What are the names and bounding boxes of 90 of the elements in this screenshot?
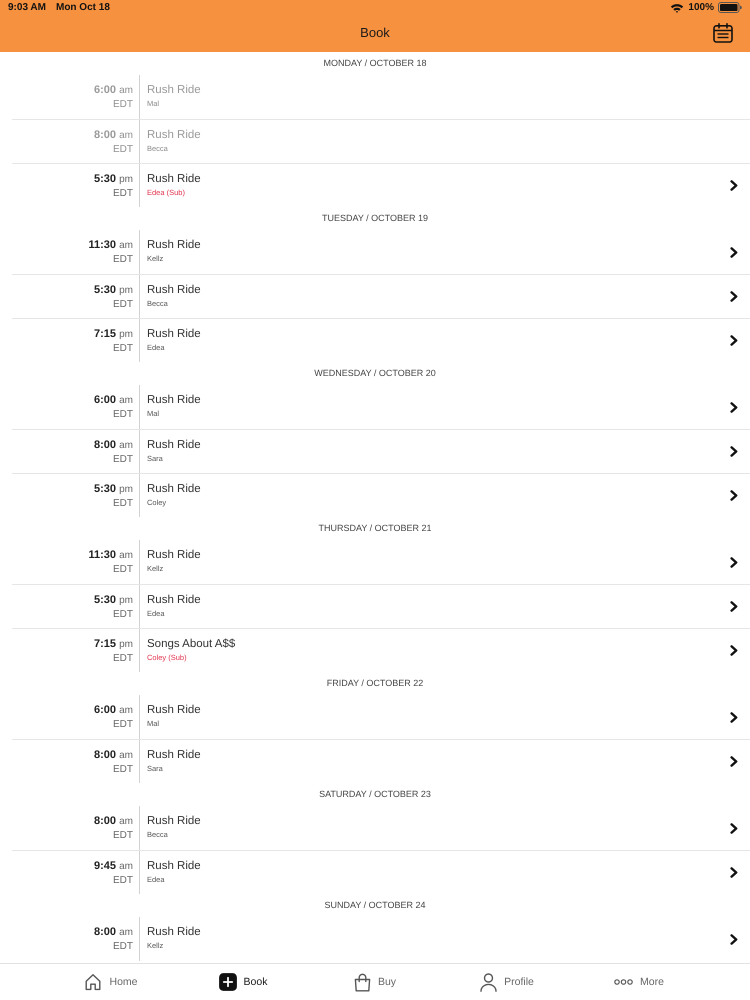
page-title: Book — [360, 25, 390, 41]
day-heading: FRIDAY / OCTOBER 22 — [326, 678, 424, 689]
timezone-label: EDT — [113, 763, 133, 776]
time-label: 5:30 pm — [94, 172, 133, 187]
time-label: 8:00 am — [94, 925, 133, 940]
time-label: 8:00 am — [94, 128, 133, 143]
timezone-label: EDT — [113, 98, 133, 111]
class-title: Rush Ride — [147, 83, 201, 98]
status-time: 9:03 AM — [8, 2, 46, 14]
day-heading: THURSDAY / OCTOBER 21 — [318, 523, 432, 534]
chevron-right-icon — [730, 601, 738, 612]
time-label: 5:30 pm — [94, 482, 133, 497]
time-label: 8:00 am — [94, 748, 133, 763]
timezone-label: EDT — [113, 940, 133, 953]
chevron-right-icon — [730, 402, 738, 412]
class-title: Rush Ride — [147, 748, 201, 763]
time-label: 5:30 pm — [94, 593, 133, 608]
timezone-label: EDT — [113, 187, 133, 200]
day-heading: MONDAY / OCTOBER 18 — [323, 58, 427, 69]
chevron-right-icon — [730, 867, 738, 878]
time-label: 6:00 am — [94, 83, 133, 98]
class-title: Rush Ride — [147, 238, 201, 253]
timezone-label: EDT — [113, 298, 133, 311]
day-heading: WEDNESDAY / OCTOBER 20 — [314, 368, 436, 379]
class-title: Songs About A$$ — [147, 637, 236, 652]
time-label: 11:30 am — [88, 238, 133, 253]
class-title: Rush Ride — [147, 925, 201, 940]
tab-item[interactable]: More — [573, 976, 705, 988]
time-label: 7:15 pm — [94, 637, 133, 652]
chevron-right-icon — [730, 490, 738, 501]
plus-square-icon — [218, 973, 237, 991]
chevron-right-icon — [730, 756, 738, 767]
timezone-label: EDT — [113, 718, 133, 731]
timezone-label: EDT — [113, 874, 133, 887]
chevron-right-icon — [730, 556, 738, 568]
timezone-label: EDT — [113, 829, 133, 842]
person-icon — [480, 972, 498, 992]
time-label: 6:00 am — [94, 393, 133, 408]
day-heading: TUESDAY / OCTOBER 19 — [322, 213, 428, 224]
chevron-right-icon — [730, 712, 738, 722]
status-date: Mon Oct 18 — [56, 2, 110, 14]
class-title: Rush Ride — [147, 482, 201, 497]
time-label: 8:00 am — [94, 438, 133, 453]
more-dots-icon — [614, 979, 634, 985]
class-title: Rush Ride — [147, 327, 201, 342]
timezone-label: EDT — [113, 342, 133, 355]
day-heading: SUNDAY / OCTOBER 24 — [324, 900, 426, 911]
class-title: Rush Ride — [147, 814, 201, 829]
timezone-label: EDT — [113, 143, 133, 156]
wifi-icon — [670, 2, 684, 12]
time-label: 5:30 pm — [94, 283, 133, 298]
battery-percent: 100% — [688, 2, 714, 14]
class-title: Rush Ride — [147, 438, 201, 453]
class-title: Rush Ride — [147, 548, 201, 563]
timezone-label: EDT — [113, 497, 133, 510]
class-title: Rush Ride — [147, 283, 201, 298]
timezone-label: EDT — [113, 408, 133, 421]
class-title: Rush Ride — [147, 593, 201, 608]
class-title: Rush Ride — [147, 859, 201, 874]
chevron-right-icon — [730, 446, 738, 457]
calendar-icon[interactable] — [713, 23, 733, 43]
chevron-right-icon — [730, 291, 738, 302]
home-icon — [84, 973, 102, 991]
time-label: 11:30 am — [88, 548, 133, 563]
time-label: 9:45 am — [94, 859, 133, 874]
timezone-label: EDT — [113, 608, 133, 621]
time-label: 7:15 pm — [94, 327, 133, 342]
tab-item[interactable]: Book — [177, 973, 309, 991]
time-label: 6:00 am — [94, 703, 133, 718]
chevron-right-icon — [730, 822, 738, 834]
shopping-bag-icon — [354, 972, 371, 992]
chevron-right-icon — [730, 645, 738, 656]
timezone-label: EDT — [113, 453, 133, 466]
class-title: Rush Ride — [147, 393, 201, 408]
tab-item[interactable]: Profile — [441, 972, 573, 992]
time-label: 8:00 am — [94, 814, 133, 829]
tab-item[interactable]: Home — [45, 973, 177, 991]
chevron-right-icon — [730, 335, 738, 346]
tab-item[interactable]: Buy — [309, 972, 441, 992]
class-title: Rush Ride — [147, 703, 201, 718]
timezone-label: EDT — [113, 652, 133, 665]
chevron-right-icon — [730, 246, 738, 258]
chevron-right-icon — [730, 934, 738, 944]
chevron-right-icon — [730, 180, 738, 191]
timezone-label: EDT — [113, 253, 133, 266]
timezone-label: EDT — [113, 563, 133, 576]
battery-icon — [718, 2, 742, 13]
day-heading: SATURDAY / OCTOBER 23 — [319, 789, 431, 800]
class-title: Rush Ride — [147, 172, 201, 187]
class-title: Rush Ride — [147, 128, 201, 143]
